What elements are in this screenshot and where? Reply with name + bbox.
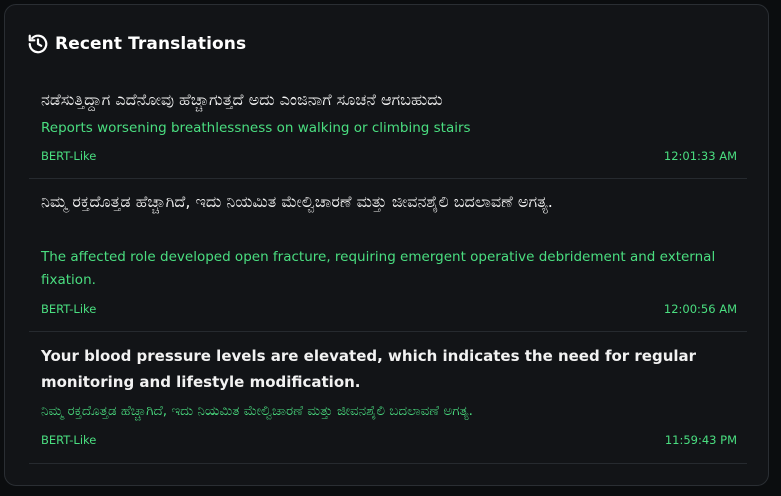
source-text: Your blood pressure levels are elevated,… — [41, 347, 697, 391]
translated-text: Reports worsening breathlessness on walk… — [41, 120, 471, 136]
history-icon — [27, 33, 49, 55]
model-label: BERT-Like — [41, 302, 97, 316]
timestamp: 12:01:33 AM — [663, 149, 737, 163]
recent-translations-panel: Recent Translations ನಡೆಸುತ್ತಿದ್ದಾಗ ಎದೆನೋ… — [4, 4, 769, 486]
panel-title: Recent Translations — [55, 34, 247, 54]
source-text: ನಿಮ್ಮ ರಕ್ತದೊತ್ತಡ ಹೆಚ್ಚಾಗಿದೆ, ಇದು ನಿಯಮಿತ … — [41, 192, 553, 211]
timestamp: 11:59:43 PM — [664, 433, 737, 447]
source-text: ನಡೆಸುತ್ತಿದ್ದಾಗ ಎದೆನೋವು ಹೆಚ್ಚಾಗುತ್ತದೆ ಅದು… — [41, 90, 443, 109]
model-label: BERT-Like — [41, 433, 97, 447]
timestamp: 12:00:56 AM — [663, 302, 737, 316]
translated-text: ನಿಮ್ಮ ರಕ್ತದೊತ್ತಡ ಹೆಚ್ಚಾಗಿದೆ, ಇದು ನಿಯಮಿತ … — [41, 403, 473, 419]
translation-entry[interactable]: Your blood pressure levels are elevated,… — [29, 332, 747, 464]
translation-entry[interactable]: ನಡೆಸುತ್ತಿದ್ದಾಗ ಎದೆನೋವು ಹೆಚ್ಚಾಗುತ್ತದೆ ಅದು… — [29, 79, 747, 179]
translation-entry[interactable]: ನಿಮ್ಮ ರಕ್ತದೊತ್ತಡ ಹೆಚ್ಚಾಗಿದೆ, ಇದು ನಿಯಮಿತ … — [29, 179, 747, 332]
translated-text: The affected role developed open fractur… — [41, 249, 716, 288]
model-label: BERT-Like — [41, 149, 97, 163]
panel-header: Recent Translations — [27, 31, 246, 57]
